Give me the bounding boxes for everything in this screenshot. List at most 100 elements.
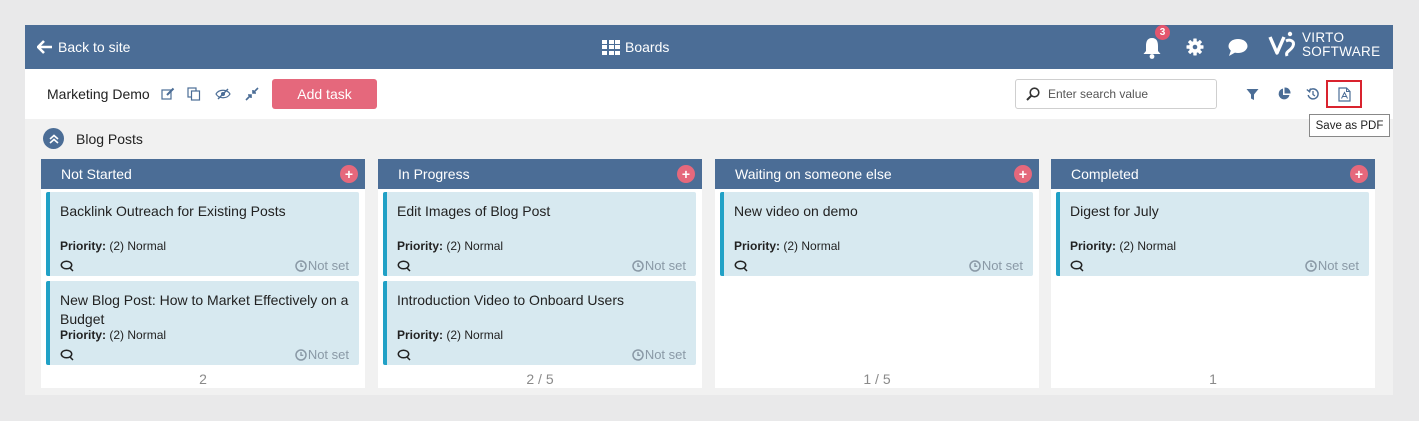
column-count: 2 (199, 371, 207, 387)
task-card[interactable]: Digest for July Priority: (2) Normal Not… (1056, 192, 1369, 276)
column-not-started: Not Started + Backlink Outreach for Exis… (41, 159, 365, 388)
add-card-button[interactable]: + (1014, 165, 1032, 183)
due-date-text: Not set (307, 347, 349, 362)
arrow-left-icon (37, 40, 52, 54)
column-header: In Progress + (378, 159, 702, 189)
clock-icon (1305, 259, 1317, 272)
clock-icon (632, 259, 644, 272)
filter-icon[interactable] (1244, 86, 1260, 102)
card-due-date: Not set (295, 258, 349, 273)
grid-icon (602, 39, 620, 55)
back-label: Back to site (58, 39, 131, 55)
task-card[interactable]: New video on demo Priority: (2) Normal N… (720, 192, 1033, 276)
column-count: 1 / 5 (863, 371, 891, 387)
comment-icon[interactable] (397, 349, 411, 361)
clock-icon (295, 259, 307, 272)
card-title: New video on demo (734, 203, 858, 219)
column-completed: Completed + Digest for July Priority: (2… (1051, 159, 1375, 388)
back-to-site-link[interactable]: Back to site (37, 25, 130, 69)
card-title: Edit Images of Blog Post (397, 203, 551, 219)
plus-icon: + (681, 166, 691, 182)
task-card[interactable]: Backlink Outreach for Existing Posts Pri… (46, 192, 359, 276)
swimlane-toggle[interactable] (43, 128, 64, 149)
column-waiting: Waiting on someone else + New video on d… (715, 159, 1039, 388)
boards-menu[interactable]: Boards (602, 25, 669, 69)
swimlane-title: Blog Posts (76, 130, 143, 147)
card-due-date: Not set (632, 258, 686, 273)
priority-label: Priority: (1070, 239, 1117, 253)
column-header: Not Started + (41, 159, 365, 189)
column-title: Completed (1071, 166, 1139, 182)
due-date-text: Not set (644, 258, 686, 273)
column-title: In Progress (398, 166, 470, 182)
priority-value: (2) Normal (1119, 239, 1177, 253)
gear-icon[interactable] (1185, 37, 1205, 57)
add-card-button[interactable]: + (1350, 165, 1368, 183)
search-icon (1026, 87, 1040, 101)
kanban-app: Back to site Boards 3 VIRTO SOFTWARE Mar… (25, 25, 1393, 395)
task-card[interactable]: Edit Images of Blog Post Priority: (2) N… (383, 192, 696, 276)
card-due-date: Not set (969, 258, 1023, 273)
card-priority: Priority: (2) Normal (60, 328, 166, 342)
boards-label: Boards (625, 39, 670, 55)
column-in-progress: In Progress + Edit Images of Blog Post P… (378, 159, 702, 388)
board-title: Marketing Demo (47, 86, 150, 102)
notification-badge: 3 (1155, 25, 1170, 40)
priority-label: Priority: (734, 239, 781, 253)
comment-icon[interactable] (60, 349, 74, 361)
column-header: Completed + (1051, 159, 1375, 189)
priority-label: Priority: (60, 328, 107, 342)
plus-icon: + (344, 166, 354, 182)
add-card-button[interactable]: + (340, 165, 358, 183)
copy-icon[interactable] (186, 86, 202, 102)
task-card[interactable]: Introduction Video to Onboard Users Prio… (383, 281, 696, 365)
card-title: Backlink Outreach for Existing Posts (60, 203, 286, 219)
clock-icon (632, 348, 644, 361)
comment-icon[interactable] (60, 260, 74, 272)
priority-label: Priority: (397, 239, 444, 253)
card-priority: Priority: (2) Normal (60, 239, 166, 253)
card-title: New Blog Post: How to Market Effectively… (60, 292, 349, 327)
column-count: 2 / 5 (526, 371, 554, 387)
add-task-button[interactable]: Add task (272, 79, 377, 109)
comment-icon[interactable] (1070, 260, 1084, 272)
card-title: Digest for July (1070, 203, 1159, 219)
column-title: Not Started (61, 166, 132, 182)
due-date-text: Not set (644, 347, 686, 362)
priority-value: (2) Normal (109, 328, 167, 342)
task-card[interactable]: New Blog Post: How to Market Effectively… (46, 281, 359, 365)
hide-icon[interactable] (215, 86, 231, 102)
card-priority: Priority: (2) Normal (1070, 239, 1176, 253)
swimlane-header: Blog Posts (43, 128, 143, 149)
priority-value: (2) Normal (446, 328, 504, 342)
pdf-icon (1337, 86, 1351, 102)
column-title: Waiting on someone else (735, 166, 892, 182)
priority-value: (2) Normal (446, 239, 504, 253)
column-header: Waiting on someone else + (715, 159, 1039, 189)
search-input[interactable] (1048, 87, 1208, 101)
comment-icon[interactable] (397, 260, 411, 272)
save-as-pdf-button[interactable] (1326, 80, 1362, 108)
logo-line2: SOFTWARE (1302, 44, 1381, 59)
logo-text: VIRTO SOFTWARE (1302, 31, 1380, 59)
card-priority: Priority: (2) Normal (397, 328, 503, 342)
clock-icon (969, 259, 981, 272)
edit-icon[interactable] (160, 86, 176, 102)
chat-icon[interactable] (1227, 37, 1249, 57)
add-card-button[interactable]: + (677, 165, 695, 183)
comment-icon[interactable] (734, 260, 748, 272)
card-due-date: Not set (632, 347, 686, 362)
virto-logo: VIRTO SOFTWARE (1268, 29, 1380, 61)
search-box[interactable] (1015, 79, 1217, 109)
card-due-date: Not set (295, 347, 349, 362)
card-priority: Priority: (2) Normal (734, 239, 840, 253)
collapse-icon[interactable] (244, 86, 260, 102)
pie-chart-icon[interactable] (1276, 86, 1292, 102)
card-due-date: Not set (1305, 258, 1359, 273)
history-icon[interactable] (1305, 86, 1321, 102)
clock-icon (295, 348, 307, 361)
board-toolbar: Marketing Demo Add task (25, 69, 1393, 119)
due-date-text: Not set (981, 258, 1023, 273)
chevron-up-icon (48, 133, 59, 144)
save-as-pdf-tooltip: Save as PDF (1309, 114, 1390, 137)
